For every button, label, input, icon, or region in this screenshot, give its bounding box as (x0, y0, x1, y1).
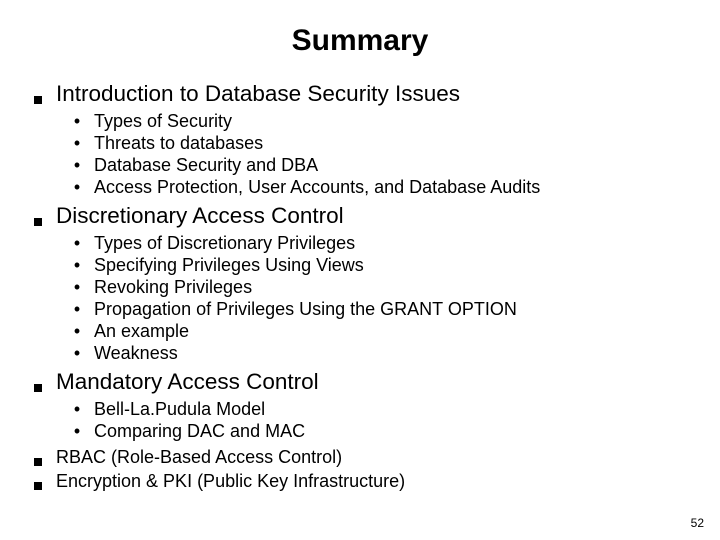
section-label: RBAC (Role-Based Access Control) (56, 446, 342, 469)
list-item: • Types of Discretionary Privileges (72, 233, 686, 255)
list-item-text: Propagation of Privileges Using the GRAN… (94, 299, 517, 321)
list-item-text: Comparing DAC and MAC (94, 421, 305, 443)
bullet-icon: • (72, 321, 82, 343)
section-label: Introduction to Database Security Issues (56, 80, 460, 108)
section-rbac: RBAC (Role-Based Access Control) (34, 446, 686, 469)
page-number: 52 (691, 516, 704, 530)
list-item-text: Specifying Privileges Using Views (94, 255, 364, 277)
list-item: • Types of Security (72, 111, 686, 133)
section-label: Discretionary Access Control (56, 202, 344, 230)
section-intro: Introduction to Database Security Issues… (34, 80, 686, 199)
sub-list: • Types of Security • Threats to databases… (72, 111, 686, 199)
list-item: • Database Security and DBA (72, 155, 686, 177)
bullet-icon: • (72, 233, 82, 255)
list-item-text: An example (94, 321, 189, 343)
list-item: • Comparing DAC and MAC (72, 421, 686, 443)
list-item-text: Types of Discretionary Privileges (94, 233, 355, 255)
square-bullet-icon (34, 384, 42, 392)
list-item: • Propagation of Privileges Using the GRA… (72, 299, 686, 321)
section-mac: Mandatory Access Control • Bell-La.Pudula… (34, 368, 686, 443)
square-bullet-icon (34, 482, 42, 490)
list-item-text: Weakness (94, 343, 178, 365)
square-bullet-icon (34, 218, 42, 226)
slide-title: Summary (34, 24, 686, 58)
list-item-text: Bell-La.Pudula Model (94, 399, 265, 421)
section-encryption: Encryption & PKI (Public Key Infrastruct… (34, 470, 686, 493)
slide: Summary Introduction to Database Securit… (0, 0, 720, 540)
list-item-text: Revoking Privileges (94, 277, 252, 299)
list-item: • Weakness (72, 343, 686, 365)
list-item-text: Access Protection, User Accounts, and Da… (94, 177, 540, 199)
square-bullet-icon (34, 458, 42, 466)
list-item: • An example (72, 321, 686, 343)
bullet-icon: • (72, 421, 82, 443)
list-item: • Bell-La.Pudula Model (72, 399, 686, 421)
list-item: • Threats to databases (72, 133, 686, 155)
section-label: Mandatory Access Control (56, 368, 319, 396)
section-label: Encryption & PKI (Public Key Infrastruct… (56, 470, 405, 493)
section-dac: Discretionary Access Control • Types of D… (34, 202, 686, 365)
bullet-icon: • (72, 343, 82, 365)
bullet-icon: • (72, 111, 82, 133)
sub-list: • Bell-La.Pudula Model • Comparing DAC and… (72, 399, 686, 443)
bullet-icon: • (72, 277, 82, 299)
list-item: • Access Protection, User Accounts, and D… (72, 177, 686, 199)
list-item: • Revoking Privileges (72, 277, 686, 299)
bullet-icon: • (72, 255, 82, 277)
list-item-text: Threats to databases (94, 133, 263, 155)
bullet-icon: • (72, 177, 82, 199)
bullet-icon: • (72, 155, 82, 177)
sub-list: • Types of Discretionary Privileges • Spec… (72, 233, 686, 365)
square-bullet-icon (34, 96, 42, 104)
outline-list: Introduction to Database Security Issues… (34, 80, 686, 493)
bullet-icon: • (72, 399, 82, 421)
list-item: • Specifying Privileges Using Views (72, 255, 686, 277)
list-item-text: Types of Security (94, 111, 232, 133)
list-item-text: Database Security and DBA (94, 155, 318, 177)
bullet-icon: • (72, 133, 82, 155)
bullet-icon: • (72, 299, 82, 321)
